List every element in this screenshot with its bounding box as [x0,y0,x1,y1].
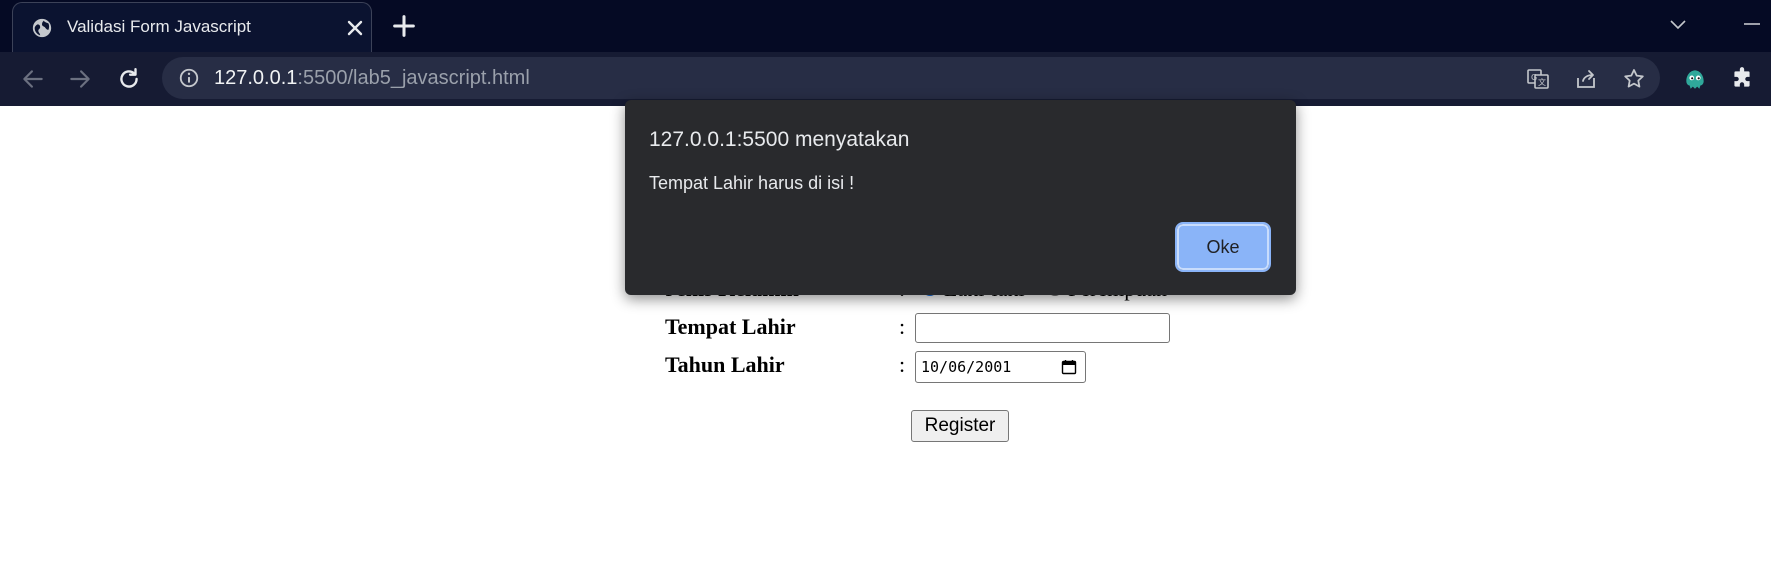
birthyear-colon: : [899,352,906,377]
tab-strip: Validasi Form Javascript [0,0,1771,52]
close-icon[interactable] [343,16,367,40]
minimize-icon[interactable] [1740,12,1764,36]
extension-avatar-icon[interactable] [1682,66,1708,92]
calendar-icon[interactable] [1061,359,1077,375]
address-bar[interactable]: 127.0.0.1:5500/lab5_javascript.html G 文 [162,57,1660,99]
svg-text:G: G [1531,73,1537,82]
tab-validasi-form[interactable]: Validasi Form Javascript [12,2,372,52]
register-button[interactable]: Register [911,410,1009,442]
extensions-puzzle-icon[interactable] [1729,66,1755,92]
birthyear-row: Tahun Lahir : 10/06/2001 [665,351,1265,386]
new-tab-plus-icon[interactable] [390,12,418,40]
url-text[interactable]: 127.0.0.1:5500/lab5_javascript.html [214,67,530,90]
translate-icon[interactable]: G 文 [1526,67,1550,91]
birthplace-input[interactable] [915,313,1170,343]
info-icon[interactable] [178,67,200,89]
chevron-down-icon[interactable] [1666,12,1690,36]
star-bookmark-icon[interactable] [1622,67,1646,91]
birthyear-date-value: 10/06/2001 [921,358,1012,376]
dialog-title: 127.0.0.1:5500 menyatakan [649,128,910,151]
dialog-message: Tempat Lahir harus di isi ! [649,173,855,193]
browser-chrome: Validasi Form Javascript 127.0.0.1:5500/… [0,0,1771,106]
birthyear-label: Tahun Lahir [665,352,785,377]
url-path: :5500/lab5_javascript.html [297,67,530,89]
back-arrow-icon[interactable] [20,66,46,92]
browser-toolbar: 127.0.0.1:5500/lab5_javascript.html G 文 [0,52,1771,106]
reload-icon[interactable] [116,66,142,92]
share-icon[interactable] [1574,67,1598,91]
url-host: 127.0.0.1 [214,67,298,89]
birthplace-row: Tempat Lahir : [665,313,1265,348]
birthyear-date-input[interactable]: 10/06/2001 [915,351,1086,383]
ok-button[interactable]: Oke [1175,222,1271,272]
alert-dialog: 127.0.0.1:5500 menyatakan Tempat Lahir h… [625,100,1296,295]
birthplace-colon: : [899,314,906,339]
svg-text:文: 文 [1538,77,1546,87]
birthplace-label: Tempat Lahir [665,314,796,339]
forward-arrow-icon[interactable] [67,66,93,92]
globe-icon [32,18,52,38]
register-row: Register [665,410,1265,444]
tab-title: Validasi Form Javascript [67,17,251,36]
